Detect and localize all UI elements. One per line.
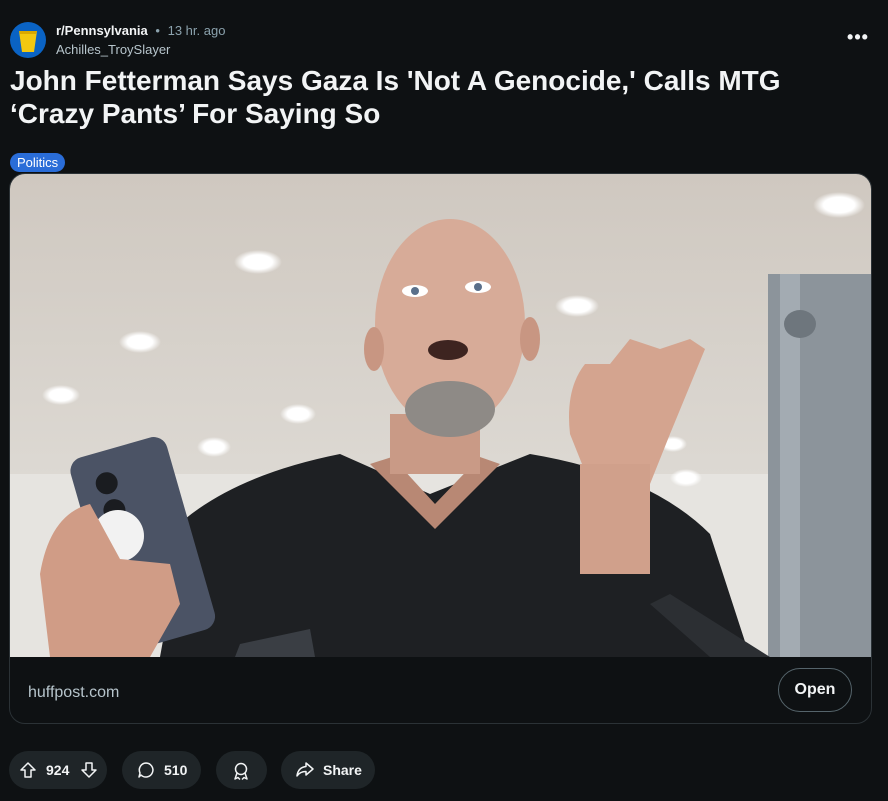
open-link-button[interactable]: Open [778,668,852,712]
vote-count: 924 [46,762,70,778]
more-options-button[interactable]: ••• [846,28,870,52]
vote-control: 924 [9,751,107,789]
separator: • [155,23,160,38]
keystone-icon [19,31,37,52]
arrow-down-icon[interactable] [80,761,98,779]
subreddit-avatar[interactable] [10,22,46,58]
username[interactable]: Achilles_TroySlayer [56,42,170,57]
post-thumbnail[interactable] [10,174,871,657]
speech-bubble-icon [138,762,154,778]
share-arrow-icon [296,762,314,777]
subreddit-line: r/Pennsylvania • 13 hr. ago [56,23,225,38]
subreddit-name[interactable]: r/Pennsylvania [56,23,148,38]
arrow-up-icon[interactable] [19,761,37,779]
share-label: Share [323,762,362,778]
flair-badge[interactable]: Politics [10,153,66,172]
award-button[interactable] [216,751,267,789]
comment-count: 510 [164,762,188,778]
comments-button[interactable]: 510 [122,751,201,789]
post-time: 13 hr. ago [167,23,226,38]
link-bar [10,657,871,723]
link-card[interactable]: huffpost.com Open [9,173,872,724]
post-title[interactable]: John Fetterman Says Gaza Is 'Not A Genoc… [10,64,850,130]
award-icon [234,762,248,781]
link-domain[interactable]: huffpost.com [28,684,119,702]
share-button[interactable]: Share [281,751,375,789]
ellipsis-icon: ••• [847,27,869,47]
post-header: r/Pennsylvania • 13 hr. ago Achilles_Tro… [10,20,878,60]
